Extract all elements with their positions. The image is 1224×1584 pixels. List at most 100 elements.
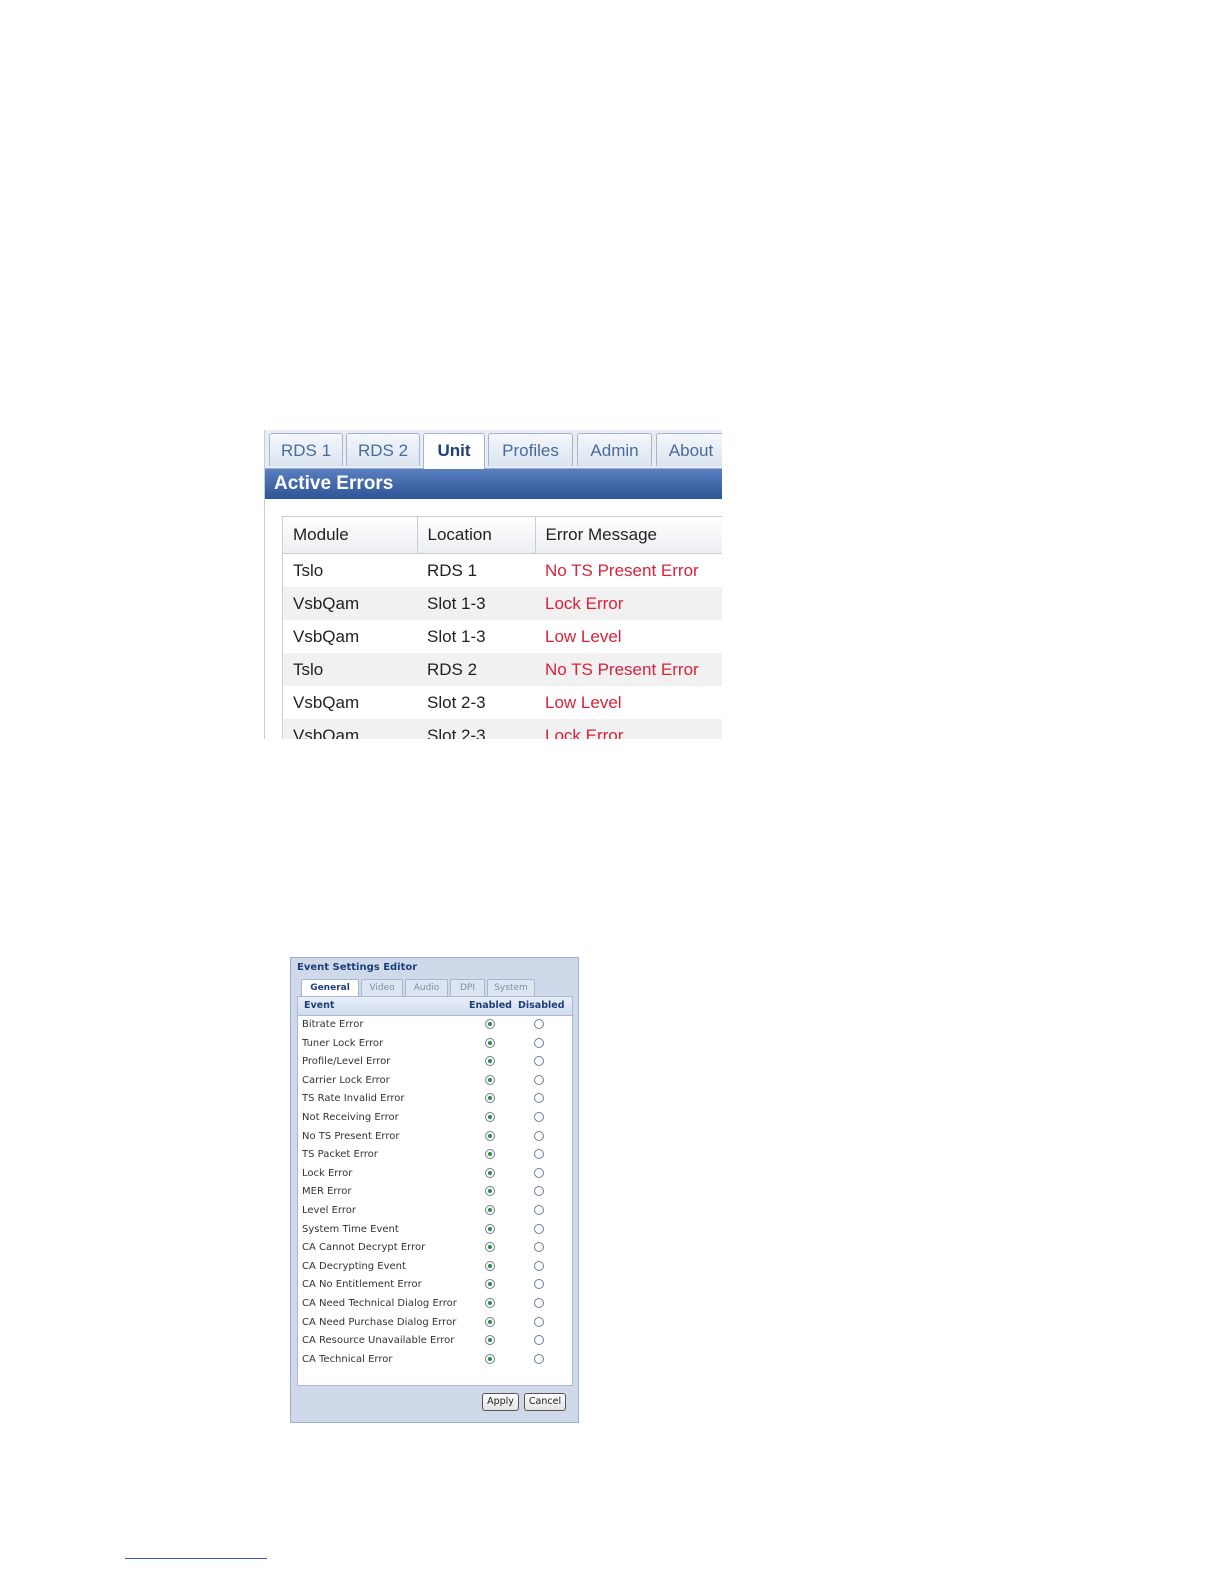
disabled-radio[interactable] bbox=[534, 1223, 544, 1234]
tab-admin[interactable]: Admin bbox=[577, 433, 652, 466]
event-row: Not Receiving Error bbox=[298, 1109, 572, 1128]
editor-tab-video[interactable]: Video bbox=[361, 979, 403, 996]
tab-bar: RDS 1 RDS 2 Unit Profiles Admin About bbox=[265, 430, 722, 469]
tab-unit[interactable]: Unit bbox=[423, 433, 485, 469]
enabled-radio[interactable] bbox=[485, 1167, 495, 1178]
column-header-location[interactable]: Location bbox=[417, 517, 536, 554]
event-row: Carrier Lock Error bbox=[298, 1072, 572, 1091]
cell-location: Slot 1-3 bbox=[417, 587, 535, 620]
disabled-radio[interactable] bbox=[534, 1353, 544, 1364]
enabled-radio[interactable] bbox=[485, 1298, 495, 1308]
active-errors-panel: RDS 1 RDS 2 Unit Profiles Admin About Ac… bbox=[264, 430, 722, 739]
event-name: CA Resource Unavailable Error bbox=[302, 1335, 455, 1347]
event-name: System Time Event bbox=[302, 1223, 399, 1235]
cell-location: Slot 2-3 bbox=[427, 692, 486, 712]
event-name: Profile/Level Error bbox=[302, 1056, 391, 1068]
tab-rds1[interactable]: RDS 1 bbox=[269, 433, 343, 466]
event-name: CA No Entitlement Error bbox=[302, 1279, 422, 1291]
disabled-radio[interactable] bbox=[534, 1186, 544, 1197]
enabled-radio[interactable] bbox=[485, 1019, 495, 1029]
event-name: Not Receiving Error bbox=[302, 1112, 399, 1123]
tab-profiles[interactable]: Profiles bbox=[488, 433, 573, 466]
enabled-radio[interactable] bbox=[485, 1279, 495, 1290]
tab-rds2[interactable]: RDS 2 bbox=[346, 433, 420, 466]
enabled-radio[interactable] bbox=[485, 1037, 495, 1048]
enabled-radio[interactable] bbox=[485, 1353, 495, 1364]
enabled-radio[interactable] bbox=[485, 1205, 495, 1215]
enabled-radio[interactable] bbox=[485, 1112, 495, 1122]
event-name: MER Error bbox=[302, 1186, 352, 1198]
event-name: CA Need Purchase Dialog Error bbox=[302, 1316, 457, 1328]
disabled-radio[interactable] bbox=[534, 1112, 544, 1122]
event-name: CA Need Technical Dialog Error bbox=[302, 1298, 457, 1309]
event-row: CA Decrypting Event bbox=[298, 1258, 572, 1277]
event-name: Tuner Lock Error bbox=[302, 1037, 384, 1049]
enabled-radio[interactable] bbox=[485, 1223, 495, 1234]
event-name: No TS Present Error bbox=[302, 1130, 400, 1142]
enabled-radio[interactable] bbox=[485, 1056, 495, 1067]
enabled-radio[interactable] bbox=[485, 1260, 495, 1271]
disabled-radio[interactable] bbox=[534, 1056, 544, 1067]
table-row[interactable]: Tslo RDS 2 No TS Present Error bbox=[283, 653, 722, 686]
enabled-radio[interactable] bbox=[485, 1074, 495, 1085]
event-row: MER Error bbox=[298, 1183, 572, 1202]
editor-title: Event Settings Editor bbox=[297, 962, 418, 973]
event-row: System Time Event bbox=[298, 1221, 572, 1240]
column-header-enabled: Enabled bbox=[469, 1000, 512, 1011]
cell-location: RDS 1 bbox=[427, 560, 478, 580]
event-row: Level Error bbox=[298, 1202, 572, 1221]
disabled-radio[interactable] bbox=[534, 1279, 544, 1290]
disabled-radio[interactable] bbox=[534, 1149, 544, 1160]
apply-button[interactable]: Apply bbox=[482, 1393, 519, 1411]
table-row[interactable]: VsbQam Slot 1-3 Lock Error bbox=[283, 587, 722, 620]
column-header-error-message[interactable]: Error Message bbox=[535, 517, 722, 554]
editor-tab-dpi[interactable]: DPI bbox=[450, 979, 485, 996]
table-row[interactable]: Tslo RDS 1 No TS Present Error bbox=[283, 554, 722, 588]
tab-about[interactable]: About bbox=[656, 433, 722, 466]
cell-error-message: No TS Present Error bbox=[545, 560, 699, 580]
event-row: Bitrate Error bbox=[298, 1016, 572, 1035]
editor-tab-general[interactable]: General bbox=[301, 979, 359, 996]
cell-error-message: Lock Error bbox=[535, 587, 722, 620]
disabled-radio[interactable] bbox=[534, 1037, 544, 1048]
disabled-radio[interactable] bbox=[534, 1335, 544, 1346]
disabled-radio[interactable] bbox=[534, 1242, 544, 1253]
enabled-radio[interactable] bbox=[485, 1335, 495, 1346]
disabled-radio[interactable] bbox=[534, 1167, 544, 1178]
table-row[interactable]: VsbQam Slot 2-3 Lock Error bbox=[283, 719, 722, 739]
enabled-radio[interactable] bbox=[485, 1316, 495, 1327]
event-row: No TS Present Error bbox=[298, 1128, 572, 1147]
event-row: Profile/Level Error bbox=[298, 1053, 572, 1072]
active-errors-header: Active Errors bbox=[265, 469, 722, 499]
enabled-radio[interactable] bbox=[485, 1149, 495, 1160]
enabled-radio[interactable] bbox=[485, 1242, 495, 1253]
disabled-radio[interactable] bbox=[534, 1074, 544, 1085]
cell-error-message: Low Level bbox=[545, 626, 622, 646]
editor-tab-system[interactable]: System bbox=[487, 979, 535, 996]
column-header-event: Event bbox=[304, 1000, 335, 1011]
cell-module: VsbQam bbox=[293, 692, 360, 712]
event-name: CA Decrypting Event bbox=[302, 1260, 406, 1272]
event-row: CA Need Technical Dialog Error bbox=[298, 1295, 572, 1314]
column-header-module[interactable]: Module bbox=[283, 517, 418, 554]
disabled-radio[interactable] bbox=[534, 1130, 544, 1141]
cell-module: Tslo bbox=[283, 653, 417, 686]
table-row[interactable]: VsbQam Slot 2-3 Low Level bbox=[283, 686, 722, 719]
editor-tab-audio[interactable]: Audio bbox=[405, 979, 448, 996]
cell-module: VsbQam bbox=[283, 719, 417, 739]
table-row[interactable]: VsbQam Slot 1-3 Low Level bbox=[283, 620, 722, 653]
event-name: TS Rate Invalid Error bbox=[302, 1093, 405, 1105]
disabled-radio[interactable] bbox=[534, 1298, 544, 1308]
errors-table-container: Module Location Error Message Tslo RDS 1 N… bbox=[282, 516, 722, 739]
disabled-radio[interactable] bbox=[534, 1093, 544, 1104]
enabled-radio[interactable] bbox=[485, 1186, 495, 1197]
disabled-radio[interactable] bbox=[534, 1260, 544, 1271]
disabled-radio[interactable] bbox=[534, 1316, 544, 1327]
enabled-radio[interactable] bbox=[485, 1093, 495, 1104]
event-name: CA Cannot Decrypt Error bbox=[302, 1242, 426, 1254]
cancel-button[interactable]: Cancel bbox=[524, 1393, 566, 1411]
disabled-radio[interactable] bbox=[534, 1205, 544, 1215]
enabled-radio[interactable] bbox=[485, 1130, 495, 1141]
event-row: TS Rate Invalid Error bbox=[298, 1090, 572, 1109]
disabled-radio[interactable] bbox=[534, 1019, 544, 1029]
